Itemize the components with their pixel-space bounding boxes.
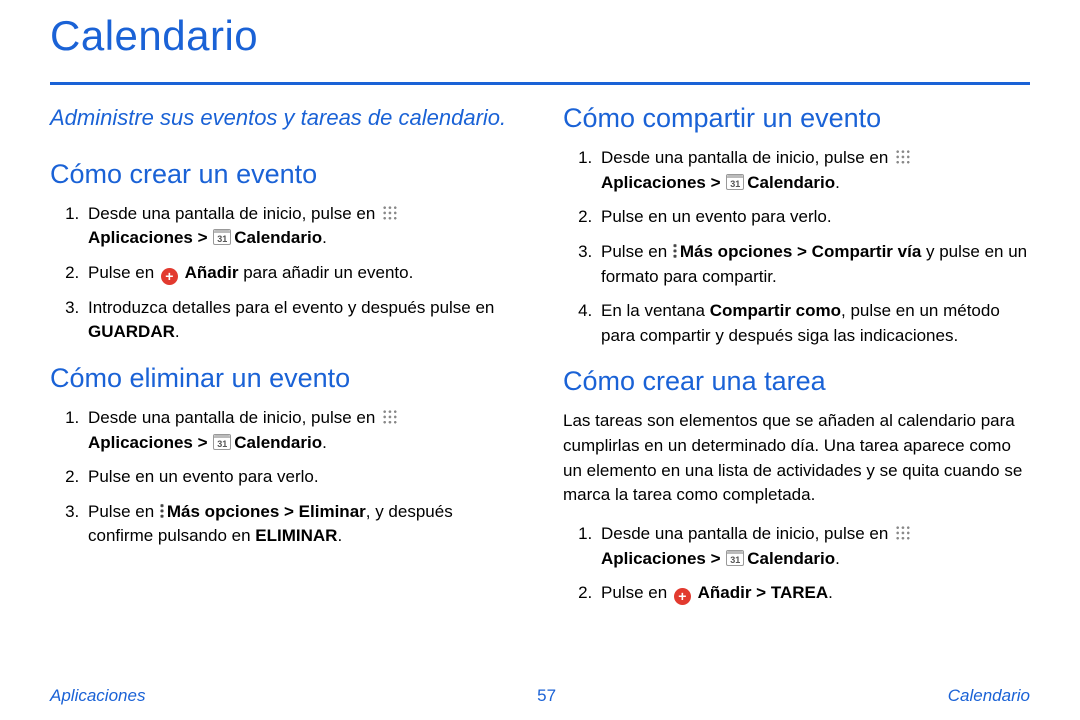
steps-share-event: Desde una pantalla de inicio, pulse en A… [563,146,1030,348]
calendar-icon-day: 31 [214,438,230,451]
text-bold: Más opciones > Compartir vía [680,242,921,261]
apps-grid-icon [382,205,398,221]
footer: Aplicaciones 57 Calendario [50,686,1030,706]
list-item: Pulse en un evento para verlo. [84,465,517,490]
list-item: Pulse en un evento para verlo. [597,205,1030,230]
list-item: Pulse en Más opciones > Compartir vía y … [597,240,1030,289]
steps-create-event: Desde una pantalla de inicio, pulse en A… [50,202,517,345]
left-column: Administre sus eventos y tareas de calen… [50,103,517,616]
more-options-icon [673,243,677,259]
text-bold: Calendario [234,433,322,452]
page: Calendario Administre sus eventos y tare… [0,0,1080,720]
page-title: Calendario [50,12,1030,66]
text: Introduzca detalles para el evento y des… [88,298,494,317]
text: En la ventana [601,301,710,320]
text: Desde una pantalla de inicio, pulse en [601,148,893,167]
text: para añadir un evento. [238,263,413,282]
text-bold: Aplicaciones > [601,173,725,192]
heading-create-task: Cómo crear una tarea [563,366,1030,397]
more-options-icon [160,503,164,519]
text-bold: GUARDAR [88,322,175,341]
text-bold: ELIMINAR [255,526,337,545]
list-item: Pulse en Más opciones > Eliminar, y desp… [84,500,517,549]
page-number: 57 [537,686,556,706]
text: . [828,583,833,602]
text: Pulse en [88,263,159,282]
text-bold: Calendario [234,228,322,247]
right-column: Cómo compartir un evento Desde una panta… [563,103,1030,616]
text-bold: Aplicaciones > [601,549,725,568]
list-item: Desde una pantalla de inicio, pulse en A… [597,522,1030,571]
text: Pulse en [601,583,672,602]
text-bold: Más opciones > Eliminar [167,502,366,521]
text-bold: Aplicaciones > [88,433,212,452]
text-bold: Calendario [747,173,835,192]
list-item: Pulse en + Añadir > TAREA. [597,581,1030,606]
list-item: En la ventana Compartir como, pulse en u… [597,299,1030,348]
text-bold: Aplicaciones > [88,228,212,247]
text: Desde una pantalla de inicio, pulse en [88,204,380,223]
text: Desde una pantalla de inicio, pulse en [88,408,380,427]
text-bold: Calendario [747,549,835,568]
calendar-icon: 31 [726,550,744,566]
calendar-icon: 31 [726,174,744,190]
task-intro: Las tareas son elementos que se añaden a… [563,409,1030,508]
list-item: Desde una pantalla de inicio, pulse en A… [84,406,517,455]
plus-icon: + [161,268,178,285]
text: . [175,322,180,341]
apps-grid-icon [895,149,911,165]
text: Pulse en un evento para verlo. [88,467,319,486]
heading-delete-event: Cómo eliminar un evento [50,363,517,394]
title-rule [50,82,1030,85]
footer-right: Calendario [948,686,1030,706]
text: . [835,173,840,192]
list-item: Desde una pantalla de inicio, pulse en A… [84,202,517,251]
calendar-icon-day: 31 [727,554,743,567]
text: Pulse en [88,502,159,521]
list-item: Introduzca detalles para el evento y des… [84,296,517,345]
text: Pulse en un evento para verlo. [601,207,832,226]
steps-delete-event: Desde una pantalla de inicio, pulse en A… [50,406,517,549]
text-bold: Añadir > TAREA [698,583,829,602]
text-bold: Compartir como [710,301,841,320]
heading-share-event: Cómo compartir un evento [563,103,1030,134]
apps-grid-icon [895,525,911,541]
text: . [322,228,327,247]
text-bold: Añadir [185,263,239,282]
text: . [835,549,840,568]
steps-create-task: Desde una pantalla de inicio, pulse en A… [563,522,1030,606]
calendar-icon-day: 31 [214,233,230,246]
calendar-icon: 31 [213,434,231,450]
text: Pulse en [601,242,672,261]
apps-grid-icon [382,409,398,425]
heading-create-event: Cómo crear un evento [50,159,517,190]
text: . [337,526,342,545]
text: Desde una pantalla de inicio, pulse en [601,524,893,543]
list-item: Desde una pantalla de inicio, pulse en A… [597,146,1030,195]
calendar-icon: 31 [213,229,231,245]
text: . [322,433,327,452]
list-item: Pulse en + Añadir para añadir un evento. [84,261,517,286]
columns: Administre sus eventos y tareas de calen… [50,103,1030,616]
plus-icon: + [674,588,691,605]
calendar-icon-day: 31 [727,178,743,191]
footer-left: Aplicaciones [50,686,145,706]
subtitle: Administre sus eventos y tareas de calen… [50,103,517,133]
